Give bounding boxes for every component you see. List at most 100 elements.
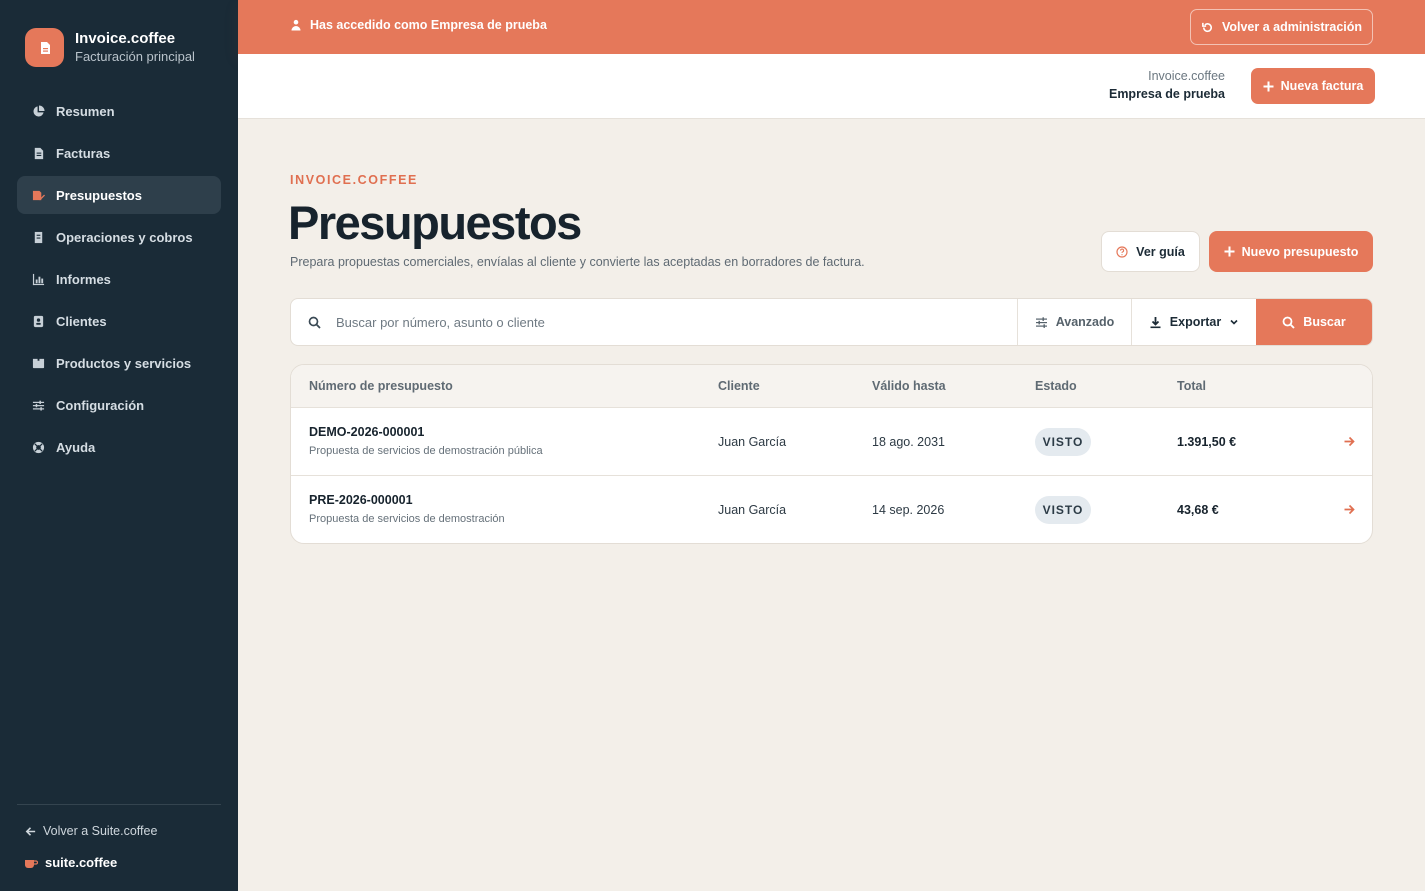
sidebar-nav: Resumen Facturas Presupuestos Operacione… xyxy=(17,92,221,470)
back-to-admin-button[interactable]: Volver a administración xyxy=(1190,9,1373,45)
advanced-filter-label: Avanzado xyxy=(1055,315,1115,329)
impersonation-banner: Has accedido como Empresa de prueba Volv… xyxy=(238,0,1425,54)
back-to-admin-label: Volver a administración xyxy=(1221,20,1363,34)
budgets-table: Número de presupuesto Cliente Válido has… xyxy=(290,364,1373,544)
table-header: Número de presupuesto Cliente Válido has… xyxy=(291,365,1372,408)
sidebar-item-resumen[interactable]: Resumen xyxy=(17,92,221,130)
view-guide-button[interactable]: Ver guía xyxy=(1101,231,1200,272)
view-guide-label: Ver guía xyxy=(1136,244,1185,259)
arrow-left-icon xyxy=(25,826,36,836)
bar-chart-icon xyxy=(31,272,45,286)
advanced-filter-button[interactable]: Avanzado xyxy=(1017,299,1131,345)
sidebar-item-label: Ayuda xyxy=(56,439,96,455)
sidebar-item-label: Productos y servicios xyxy=(56,355,192,371)
search-icon xyxy=(1282,316,1295,329)
sidebar-item-informes[interactable]: Informes xyxy=(17,260,221,298)
export-label: Exportar xyxy=(1169,315,1222,329)
budget-subject: Propuesta de servicios de demostración xyxy=(309,513,505,525)
chevron-down-icon xyxy=(1230,319,1238,325)
sidebar-item-clientes[interactable]: Clientes xyxy=(17,302,221,340)
banner-message: Has accedido como Empresa de prueba xyxy=(290,18,547,32)
table-row[interactable]: DEMO-2026-000001 Propuesta de servicios … xyxy=(291,408,1372,476)
suite-brand-label: suite.coffee xyxy=(45,855,118,870)
export-dropdown[interactable]: Exportar xyxy=(1131,299,1256,345)
edit-document-icon xyxy=(31,188,45,202)
status-badge: VISTO xyxy=(1035,496,1091,524)
new-budget-button[interactable]: Nuevo presupuesto xyxy=(1209,231,1373,272)
sidebar-item-ayuda[interactable]: Ayuda xyxy=(17,428,221,466)
contact-icon xyxy=(31,314,45,328)
sidebar-item-productos[interactable]: Productos y servicios xyxy=(17,344,221,382)
sidebar-item-facturas[interactable]: Facturas xyxy=(17,134,221,172)
search-input[interactable] xyxy=(336,314,936,330)
search-bar: Avanzado Exportar Buscar xyxy=(290,298,1373,346)
suite-brand[interactable]: suite.coffee xyxy=(24,855,117,870)
top-header: Invoice.coffee Empresa de prueba Nueva f… xyxy=(238,54,1425,119)
sidebar-item-label: Operaciones y cobros xyxy=(56,229,193,245)
sidebar-item-label: Facturas xyxy=(56,145,111,161)
document-icon xyxy=(31,146,45,160)
table-row[interactable]: PRE-2026-000001 Propuesta de servicios d… xyxy=(291,476,1372,543)
undo-icon xyxy=(1202,22,1212,32)
user-icon xyxy=(291,19,301,31)
help-circle-icon xyxy=(1116,245,1128,258)
new-invoice-label: Nueva factura xyxy=(1280,79,1364,93)
sliders-icon xyxy=(31,398,45,412)
receipt-icon xyxy=(31,230,45,244)
coffee-cup-icon xyxy=(25,859,38,868)
brand-subtitle: Facturación principal xyxy=(75,49,195,64)
plus-icon xyxy=(1263,81,1274,91)
sidebar-item-configuracion[interactable]: Configuración xyxy=(17,386,221,424)
budget-number[interactable]: DEMO-2026-000001 xyxy=(309,425,424,439)
sidebar-item-operaciones[interactable]: Operaciones y cobros xyxy=(17,218,221,256)
org-app-name: Invoice.coffee xyxy=(1148,69,1225,83)
sidebar-item-label: Clientes xyxy=(56,313,107,329)
new-invoice-button[interactable]: Nueva factura xyxy=(1251,68,1375,104)
budget-subject: Propuesta de servicios de demostración p… xyxy=(309,445,543,457)
budget-valid-until: 14 sep. 2026 xyxy=(872,503,945,517)
new-budget-label: Nuevo presupuesto xyxy=(1241,244,1359,259)
arrow-right-icon[interactable] xyxy=(1343,503,1356,516)
column-header-total[interactable]: Total xyxy=(1177,379,1206,393)
pie-chart-icon xyxy=(31,104,45,118)
budget-total: 1.391,50 € xyxy=(1177,435,1237,449)
sidebar-item-label: Presupuestos xyxy=(56,187,142,203)
arrow-right-icon[interactable] xyxy=(1343,435,1356,448)
search-icon xyxy=(308,316,321,329)
sidebar-divider xyxy=(17,804,221,805)
brand-title: Invoice.coffee xyxy=(75,30,176,47)
budget-valid-until: 18 ago. 2031 xyxy=(872,435,945,449)
page-eyebrow: INVOICE.COFFEE xyxy=(290,173,418,187)
banner-message-text: Has accedido como Empresa de prueba xyxy=(310,18,547,32)
sidebar-item-label: Informes xyxy=(56,271,111,287)
column-header-valid-until[interactable]: Válido hasta xyxy=(872,379,946,393)
column-header-status[interactable]: Estado xyxy=(1035,379,1077,393)
sidebar: Invoice.coffee Facturación principal Res… xyxy=(0,0,238,891)
sidebar-item-label: Configuración xyxy=(56,397,145,413)
search-button-label: Buscar xyxy=(1303,315,1346,329)
plus-icon xyxy=(1224,246,1235,257)
sidebar-item-label: Resumen xyxy=(56,103,115,119)
column-header-number[interactable]: Número de presupuesto xyxy=(309,379,453,393)
back-to-suite-link[interactable]: Volver a Suite.coffee xyxy=(24,824,157,838)
budget-total: 43,68 € xyxy=(1177,503,1219,517)
page-description: Prepara propuestas comerciales, envíalas… xyxy=(290,255,865,269)
sliders-icon xyxy=(1035,316,1047,328)
budget-client: Juan García xyxy=(718,503,787,517)
download-icon xyxy=(1150,316,1161,328)
sidebar-item-presupuestos[interactable]: Presupuestos xyxy=(17,176,221,214)
budget-number[interactable]: PRE-2026-000001 xyxy=(309,493,413,507)
box-icon xyxy=(31,356,45,370)
column-header-client[interactable]: Cliente xyxy=(718,379,760,393)
search-button[interactable]: Buscar xyxy=(1256,299,1372,345)
lifebuoy-icon xyxy=(31,440,45,454)
page-title: Presupuestos xyxy=(288,196,582,249)
org-company-name: Empresa de prueba xyxy=(1108,87,1225,101)
organization-info: Invoice.coffee Empresa de prueba xyxy=(1109,68,1225,103)
brand[interactable]: Invoice.coffee Facturación principal xyxy=(25,28,195,67)
search-field xyxy=(291,299,1017,345)
back-to-suite-label: Volver a Suite.coffee xyxy=(43,824,158,838)
status-badge: VISTO xyxy=(1035,428,1091,456)
budget-client: Juan García xyxy=(718,435,787,449)
document-logo-icon xyxy=(25,28,64,67)
